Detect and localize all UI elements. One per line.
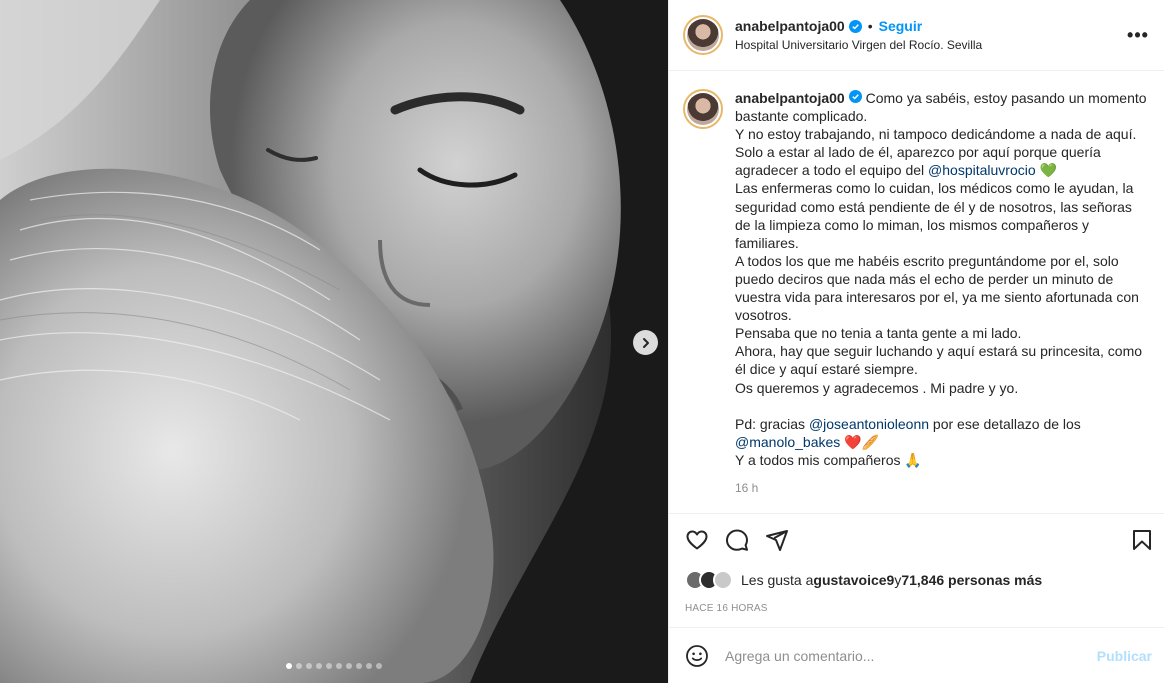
- caption-part2: 💚 Las enfermeras como lo cuidan, los méd…: [735, 162, 1143, 432]
- likes-prefix: Les gusta a: [741, 572, 814, 588]
- emoji-button[interactable]: [685, 644, 709, 668]
- follow-button[interactable]: Seguir: [879, 18, 923, 34]
- smiley-icon: [686, 644, 708, 667]
- likes-summary: Les gusta a gustavoice9 y 71,846 persona…: [669, 565, 1164, 595]
- comment-input[interactable]: [725, 647, 1097, 664]
- post-header: anabelpantoja00 • Seguir Hospital Univer…: [669, 0, 1164, 71]
- location-link[interactable]: Hospital Universitario Virgen del Rocío.…: [735, 38, 1126, 52]
- carousel-dot: [346, 663, 352, 669]
- likes-user-link[interactable]: gustavoice9: [813, 572, 894, 588]
- carousel-dot: [376, 663, 382, 669]
- caption-avatar[interactable]: [683, 89, 723, 129]
- chevron-right-icon: [642, 337, 649, 348]
- bw-photo-of-woman-kissing-father: [0, 0, 668, 683]
- carousel-dot: [306, 663, 312, 669]
- avatar[interactable]: [713, 570, 733, 590]
- carousel-dot: [326, 663, 332, 669]
- like-button[interactable]: [685, 528, 709, 552]
- carousel-dot: [356, 663, 362, 669]
- caption-part3: por ese detallazo de los: [932, 415, 1081, 432]
- instagram-post: anabelpantoja00 • Seguir Hospital Univer…: [0, 0, 1164, 683]
- save-button[interactable]: [1130, 528, 1154, 552]
- likes-count-link[interactable]: 71,846 personas más: [901, 572, 1042, 588]
- avatar[interactable]: [683, 15, 723, 55]
- comment-button[interactable]: [725, 528, 749, 552]
- caption-time: 16 h: [735, 480, 759, 495]
- comment-form: Publicar: [669, 627, 1164, 683]
- comments-section: anabelpantoja00 Como ya sabéis, estoy pa…: [669, 71, 1164, 513]
- action-bar: [669, 513, 1164, 565]
- carousel-indicator: [0, 663, 668, 669]
- bookmark-icon: [1133, 529, 1151, 550]
- carousel-dot: [286, 663, 292, 669]
- more-options-icon[interactable]: •••: [1126, 23, 1150, 47]
- paper-plane-icon: [766, 529, 788, 551]
- publish-button[interactable]: Publicar: [1097, 648, 1152, 664]
- next-slide-button[interactable]: [633, 330, 658, 355]
- comment-icon: [726, 529, 748, 551]
- carousel-dot: [366, 663, 372, 669]
- heart-icon: [686, 530, 708, 549]
- post-media: [0, 0, 668, 683]
- post-side-panel: anabelpantoja00 • Seguir Hospital Univer…: [668, 0, 1164, 683]
- share-button[interactable]: [765, 528, 789, 552]
- carousel-dot: [316, 663, 322, 669]
- post-photo: [0, 0, 668, 683]
- caption: anabelpantoja00 Como ya sabéis, estoy pa…: [683, 89, 1150, 469]
- likes-middle: y: [894, 572, 902, 588]
- carousel-dot: [296, 663, 302, 669]
- verified-badge-icon: [848, 19, 862, 33]
- caption-username[interactable]: anabelpantoja00: [735, 90, 845, 106]
- mention-joseantonioleonn[interactable]: @joseantonioleonn: [809, 416, 929, 432]
- post-timestamp[interactable]: HACE 16 HORAS: [669, 595, 1164, 627]
- header-username[interactable]: anabelpantoja00: [735, 18, 845, 34]
- mention-hospitaluvrocio[interactable]: @hospitaluvrocio: [928, 162, 1036, 178]
- separator: •: [867, 18, 873, 34]
- verified-badge-icon: [848, 90, 862, 103]
- caption-text: anabelpantoja00 Como ya sabéis, estoy pa…: [735, 89, 1150, 469]
- mention-manolo-bakes[interactable]: @manolo_bakes: [735, 434, 840, 450]
- carousel-dot: [336, 663, 342, 669]
